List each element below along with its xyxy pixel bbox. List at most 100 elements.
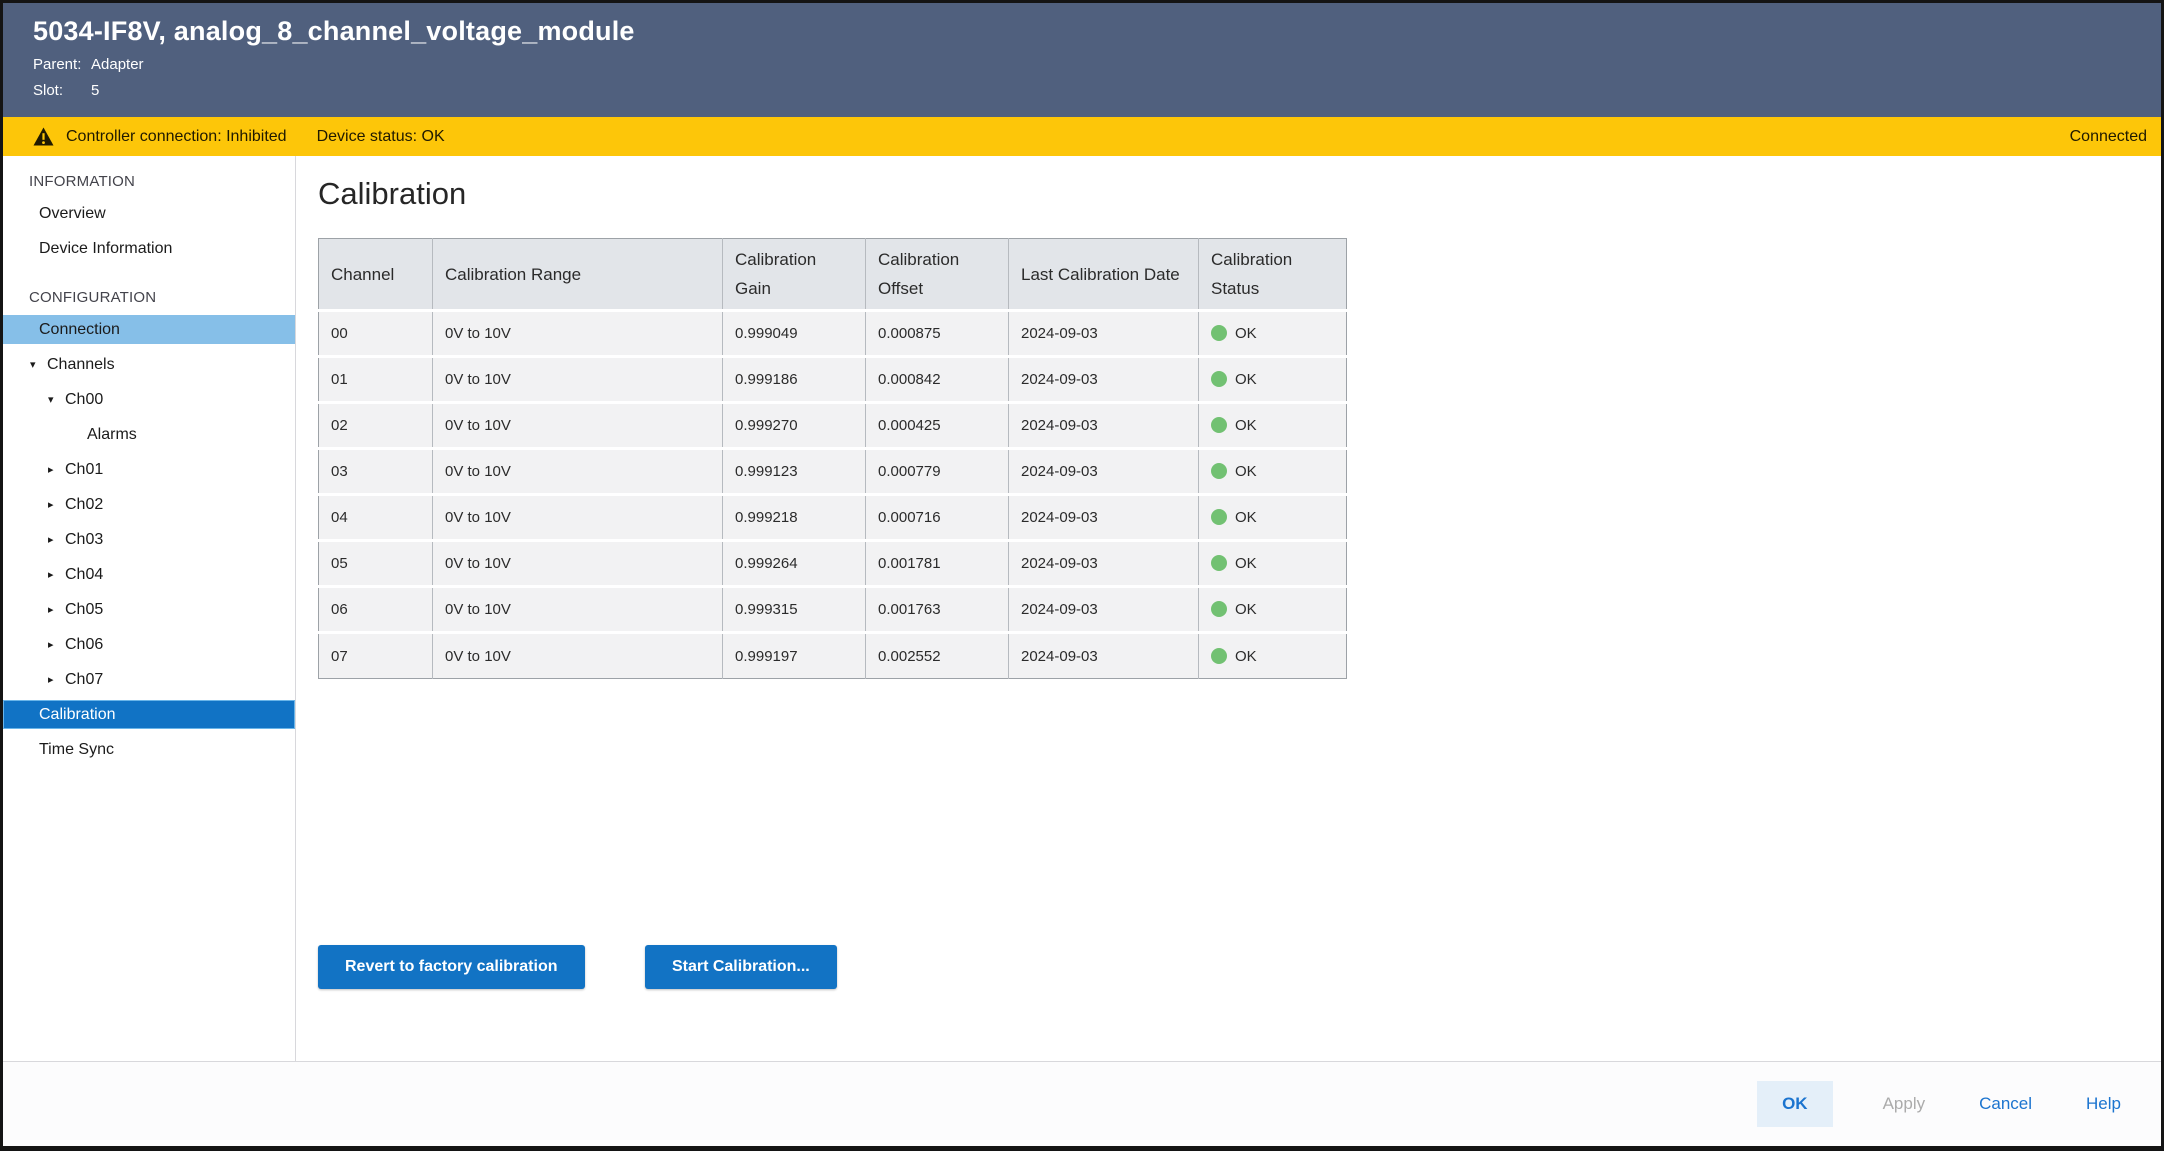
start-calibration-button[interactable]: Start Calibration... [645,945,837,989]
cell-status: OK [1199,311,1347,357]
status-ok-icon [1211,463,1227,479]
chevron-down-icon[interactable]: ▾ [48,393,65,406]
status-ok-icon [1211,325,1227,341]
table-header-row: Channel Calibration Range Calibration Ga… [319,239,1347,311]
cell-range: 0V to 10V [433,449,723,495]
sidebar-item-calibration[interactable]: Calibration [3,700,295,729]
cell-channel: 04 [319,495,433,541]
calibration-table: Channel Calibration Range Calibration Ga… [318,238,1347,679]
cell-gain: 0.999264 [723,541,866,587]
cell-channel: 00 [319,311,433,357]
cell-status: OK [1199,587,1347,633]
controller-connection-status: Controller connection: Inhibited [66,128,287,146]
footer: OK Apply Cancel Help [3,1061,2161,1146]
help-button[interactable]: Help [2082,1088,2125,1120]
parent-label: Parent: [33,56,85,73]
window-header: 5034-IF8V, analog_8_channel_voltage_modu… [3,3,2161,117]
sidebar-section-configuration: CONFIGURATION [3,282,295,312]
cell-gain: 0.999049 [723,311,866,357]
apply-button[interactable]: Apply [1879,1088,1930,1120]
sidebar-item-device-information[interactable]: Device Information [3,231,295,266]
cell-date: 2024-09-03 [1009,633,1199,679]
parent-value: Adapter [91,56,144,73]
cell-offset: 0.000842 [866,357,1009,403]
sidebar-item-overview[interactable]: Overview [3,196,295,231]
cell-status: OK [1199,357,1347,403]
cell-date: 2024-09-03 [1009,495,1199,541]
col-header-channel: Channel [319,239,433,311]
cell-offset: 0.000425 [866,403,1009,449]
module-profile-window: 5034-IF8V, analog_8_channel_voltage_modu… [0,0,2164,1151]
table-row: 03 0V to 10V 0.999123 0.000779 2024-09-0… [319,449,1347,495]
chevron-down-icon[interactable]: ▾ [30,358,47,371]
cancel-button[interactable]: Cancel [1975,1088,2036,1120]
revert-to-factory-calibration-button[interactable]: Revert to factory calibration [318,945,585,989]
sidebar-item-connection[interactable]: Connection [3,315,295,344]
cell-range: 0V to 10V [433,403,723,449]
chevron-right-icon[interactable]: ▸ [48,603,65,616]
table-row: 01 0V to 10V 0.999186 0.000842 2024-09-0… [319,357,1347,403]
main-panel: Calibration Channel Calibration Range Ca… [296,156,2161,1061]
cell-range: 0V to 10V [433,357,723,403]
sidebar-item-ch06[interactable]: ▸ Ch06 [3,627,295,662]
cell-channel: 05 [319,541,433,587]
sidebar-item-ch01[interactable]: ▸ Ch01 [3,452,295,487]
sidebar-item-channels[interactable]: ▾ Channels [3,347,295,382]
slot-label: Slot: [33,82,85,99]
sidebar-item-ch07[interactable]: ▸ Ch07 [3,662,295,697]
col-header-calibration-offset: Calibration Offset [866,239,1009,311]
cell-date: 2024-09-03 [1009,587,1199,633]
sidebar-item-ch02[interactable]: ▸ Ch02 [3,487,295,522]
page-title: Calibration [318,176,2161,212]
table-row: 07 0V to 10V 0.999197 0.002552 2024-09-0… [319,633,1347,679]
cell-range: 0V to 10V [433,587,723,633]
cell-offset: 0.000875 [866,311,1009,357]
cell-gain: 0.999123 [723,449,866,495]
sidebar-item-time-sync[interactable]: Time Sync [3,732,295,767]
cell-date: 2024-09-03 [1009,311,1199,357]
cell-range: 0V to 10V [433,633,723,679]
status-ok-icon [1211,601,1227,617]
cell-gain: 0.999315 [723,587,866,633]
col-header-calibration-status: Calibration Status [1199,239,1347,311]
cell-channel: 07 [319,633,433,679]
sidebar-item-ch05[interactable]: ▸ Ch05 [3,592,295,627]
device-status: Device status: OK [317,128,445,146]
cell-status: OK [1199,633,1347,679]
table-row: 05 0V to 10V 0.999264 0.001781 2024-09-0… [319,541,1347,587]
cell-offset: 0.000716 [866,495,1009,541]
cell-gain: 0.999197 [723,633,866,679]
sidebar-item-ch04[interactable]: ▸ Ch04 [3,557,295,592]
chevron-right-icon[interactable]: ▸ [48,638,65,651]
cell-channel: 03 [319,449,433,495]
calibration-actions: Revert to factory calibration Start Cali… [318,945,2161,989]
cell-channel: 01 [319,357,433,403]
sidebar-section-information: INFORMATION [3,166,295,196]
ok-button[interactable]: OK [1757,1081,1833,1127]
chevron-right-icon[interactable]: ▸ [48,568,65,581]
sidebar-item-ch03[interactable]: ▸ Ch03 [3,522,295,557]
cell-range: 0V to 10V [433,541,723,587]
cell-date: 2024-09-03 [1009,403,1199,449]
sidebar: INFORMATION Overview Device Information … [3,156,296,1061]
status-ok-icon [1211,648,1227,664]
cell-range: 0V to 10V [433,495,723,541]
sidebar-item-ch00[interactable]: ▾ Ch00 [3,382,295,417]
slot-value: 5 [91,82,99,99]
table-row: 04 0V to 10V 0.999218 0.000716 2024-09-0… [319,495,1347,541]
warning-icon [33,127,54,146]
parent-row: Parent: Adapter [33,56,2141,73]
status-bar: Controller connection: Inhibited Device … [3,117,2161,156]
connected-badge: Connected [2070,128,2147,146]
cell-status: OK [1199,403,1347,449]
col-header-last-calibration-date: Last Calibration Date [1009,239,1199,311]
chevron-right-icon[interactable]: ▸ [48,533,65,546]
sidebar-item-alarms[interactable]: Alarms [3,417,295,452]
status-ok-icon [1211,371,1227,387]
cell-offset: 0.000779 [866,449,1009,495]
status-ok-icon [1211,555,1227,571]
cell-range: 0V to 10V [433,311,723,357]
chevron-right-icon[interactable]: ▸ [48,463,65,476]
chevron-right-icon[interactable]: ▸ [48,673,65,686]
chevron-right-icon[interactable]: ▸ [48,498,65,511]
